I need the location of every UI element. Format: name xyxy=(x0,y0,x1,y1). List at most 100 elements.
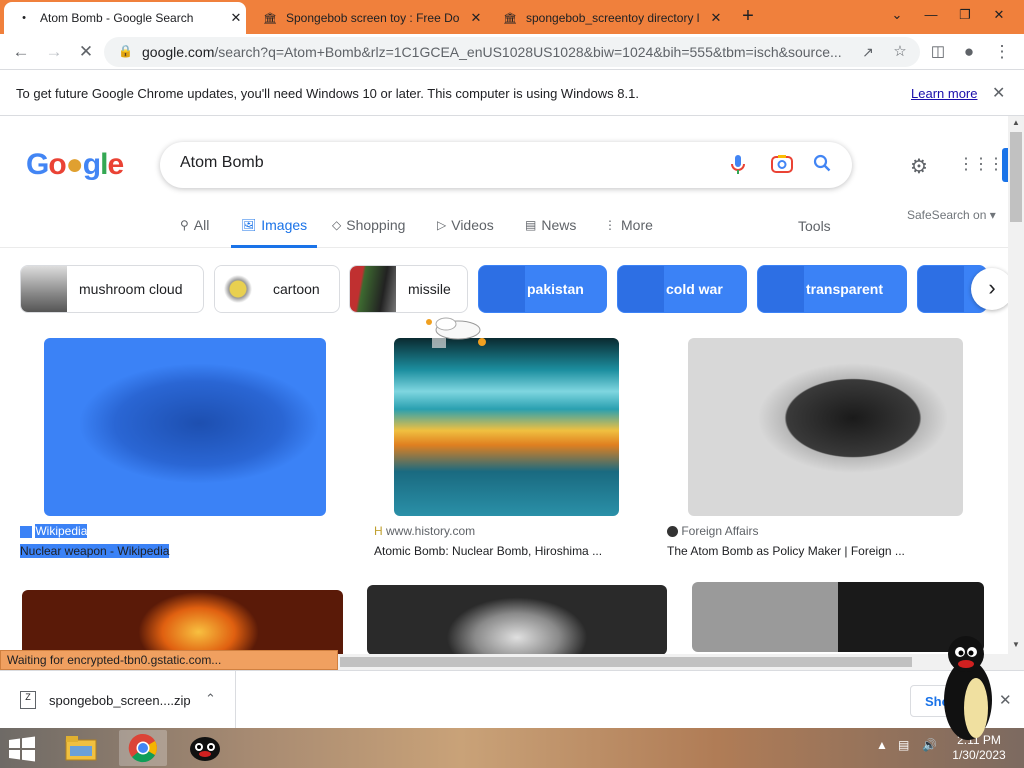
close-tab-icon[interactable]: ✕ xyxy=(466,10,486,26)
result-source[interactable]: Wikipedia xyxy=(20,524,88,538)
result-image[interactable] xyxy=(688,338,963,516)
chevron-right-icon[interactable]: › xyxy=(971,268,1008,310)
tab-title: spongebob_screentoy directory l xyxy=(526,11,700,25)
result-source[interactable]: Foreign Affairs xyxy=(667,524,759,538)
chip-transparent[interactable]: transparent xyxy=(757,265,907,313)
related-chips: mushroom cloud cartoon missile pakistan … xyxy=(0,264,1008,314)
show-hidden-icons-icon[interactable]: ▲ xyxy=(876,738,888,752)
side-panel-icon[interactable]: ◫ xyxy=(926,40,950,64)
scroll-down-icon[interactable]: ▼ xyxy=(1008,640,1024,649)
download-item[interactable]: Z spongebob_screen....zip ⌃ xyxy=(0,671,236,729)
search-nav-tabs: ⚲ All 🖼 Images ◇ Shopping ▷ Videos ▤ News ⋮ Mo… xyxy=(0,212,1008,248)
stop-icon[interactable]: ✕ xyxy=(74,40,98,64)
file-explorer-icon[interactable] xyxy=(57,730,105,766)
menu-kebab-icon[interactable]: ⋮ xyxy=(990,40,1014,64)
search-icon[interactable] xyxy=(810,154,834,178)
tab-news[interactable]: ▤ News xyxy=(525,216,576,248)
chip-cold-war[interactable]: cold war xyxy=(617,265,747,313)
tab-more[interactable]: ⋮ More xyxy=(604,216,653,248)
result-caption[interactable]: Nuclear weapon - Wikipedia xyxy=(20,544,170,558)
tab-search-icon[interactable]: ⌄ xyxy=(880,0,914,30)
lock-icon[interactable]: 🔒 xyxy=(118,44,133,58)
share-icon[interactable]: ↗ xyxy=(856,40,880,64)
chip-mushroom-cloud[interactable]: mushroom cloud xyxy=(20,265,204,313)
windows-taskbar: ▲ ▤ 🔊 2:11 PM 1/30/2023 xyxy=(0,728,1024,768)
news-icon: ▤ xyxy=(525,218,537,232)
result-foreign-affairs[interactable]: Foreign Affairs The Atom Bomb as Policy … xyxy=(664,338,988,568)
tab-spongebob-directory[interactable]: 🏛 spongebob_screentoy directory l ✕ xyxy=(490,2,726,34)
image-icon: 🖼 xyxy=(241,218,257,232)
infobar-close-icon[interactable]: ✕ xyxy=(992,83,1005,103)
result-image[interactable] xyxy=(22,590,343,654)
result-image[interactable] xyxy=(367,585,667,654)
foreign-affairs-favicon-icon xyxy=(667,526,678,538)
result-wikipedia[interactable]: Wikipedia Nuclear weapon - Wikipedia xyxy=(20,338,350,568)
result-explosion[interactable] xyxy=(20,590,343,654)
tab-images[interactable]: 🖼 Images xyxy=(231,216,318,248)
chip-pakistan[interactable]: pakistan xyxy=(478,265,607,313)
result-mushroom-bw[interactable] xyxy=(367,585,667,654)
profile-icon[interactable]: ● xyxy=(957,40,981,64)
apps-grid-icon[interactable]: ⋮⋮⋮ xyxy=(958,154,1004,178)
status-bubble: Waiting for encrypted-tbn0.gstatic.com..… xyxy=(0,650,338,670)
close-window-icon[interactable]: ✕ xyxy=(982,0,1016,30)
download-shelf: Z spongebob_screen....zip ⌃ Sho ✕ xyxy=(0,670,1024,729)
search-box xyxy=(160,142,852,188)
mic-icon[interactable] xyxy=(726,154,750,178)
windows-start-icon[interactable] xyxy=(8,736,38,762)
chip-cartoon[interactable]: cartoon xyxy=(214,265,340,313)
url-host: google.com xyxy=(142,44,215,60)
page-scrollbar[interactable]: ▲ ▼ xyxy=(1008,116,1024,654)
chip-missile[interactable]: missile xyxy=(349,265,468,313)
tools-button[interactable]: Tools xyxy=(798,218,831,234)
scroll-up-icon[interactable]: ▲ xyxy=(1008,118,1024,127)
tab-label: Images xyxy=(261,217,308,233)
result-caption[interactable]: Atomic Bomb: Nuclear Bomb, Hiroshima ... xyxy=(374,544,602,558)
network-icon[interactable]: ▤ xyxy=(898,738,909,752)
search-input[interactable] xyxy=(180,154,700,172)
safesearch-label: SafeSearch on xyxy=(907,208,987,222)
address-bar[interactable]: 🔒 google.com/search?q=Atom+Bomb&rlz=1C1G… xyxy=(104,37,920,67)
forward-icon[interactable]: → xyxy=(42,40,66,64)
chrome-icon[interactable] xyxy=(119,730,167,766)
chevron-up-icon[interactable]: ⌃ xyxy=(205,691,216,707)
result-source[interactable]: H www.history.com xyxy=(374,524,475,538)
minimize-icon[interactable]: — xyxy=(914,0,948,30)
result-caption[interactable]: The Atom Bomb as Policy Maker | Foreign … xyxy=(667,544,905,558)
tab-all[interactable]: ⚲ All xyxy=(180,216,209,248)
back-icon[interactable]: ← xyxy=(9,40,33,64)
lens-camera-icon[interactable] xyxy=(770,154,794,178)
tab-videos[interactable]: ▷ Videos xyxy=(437,216,494,248)
tab-shopping[interactable]: ◇ Shopping xyxy=(332,216,405,248)
tab-atom-bomb[interactable]: • Atom Bomb - Google Search ✕ xyxy=(4,2,246,34)
google-doodle-logo[interactable]: Go●gle xyxy=(26,148,124,182)
window-controls: ⌄ — ❐ ✕ xyxy=(880,0,1016,30)
close-tab-icon[interactable]: ✕ xyxy=(706,10,726,26)
archive-icon: 🏛 xyxy=(503,12,517,25)
close-tab-icon[interactable]: ✕ xyxy=(226,10,246,26)
pingu-app-icon[interactable] xyxy=(181,730,229,766)
result-image[interactable] xyxy=(692,582,984,652)
tab-label: All xyxy=(193,217,210,233)
restore-icon[interactable]: ❐ xyxy=(948,0,982,30)
chip-label: missile xyxy=(408,281,451,297)
scrollbar-thumb[interactable] xyxy=(1010,132,1022,222)
new-tab-button[interactable]: + xyxy=(737,6,759,28)
bookmark-star-icon[interactable]: ☆ xyxy=(888,40,912,64)
result-two-clouds[interactable] xyxy=(692,582,984,652)
archive-icon: 🏛 xyxy=(263,12,277,25)
show-all-button[interactable]: Sho xyxy=(910,685,990,717)
close-shelf-icon[interactable]: ✕ xyxy=(999,691,1012,709)
learn-more-link[interactable]: Learn more xyxy=(911,86,977,101)
taskbar-clock[interactable]: 2:11 PM 1/30/2023 xyxy=(950,733,1008,763)
hscroll-thumb[interactable] xyxy=(340,657,912,667)
safesearch-toggle[interactable]: SafeSearch on ▾ xyxy=(907,208,996,222)
result-image[interactable] xyxy=(394,338,619,516)
result-history[interactable]: H www.history.com Atomic Bomb: Nuclear B… xyxy=(370,338,644,568)
settings-gear-icon[interactable]: ⚙ xyxy=(907,154,931,178)
chip-label: pakistan xyxy=(527,281,584,297)
tab-spongebob-toy[interactable]: 🏛 Spongebob screen toy : Free Do ✕ xyxy=(250,2,486,34)
volume-icon[interactable]: 🔊 xyxy=(922,738,937,752)
result-image[interactable] xyxy=(44,338,326,516)
source-label: www.history.com xyxy=(386,524,476,538)
